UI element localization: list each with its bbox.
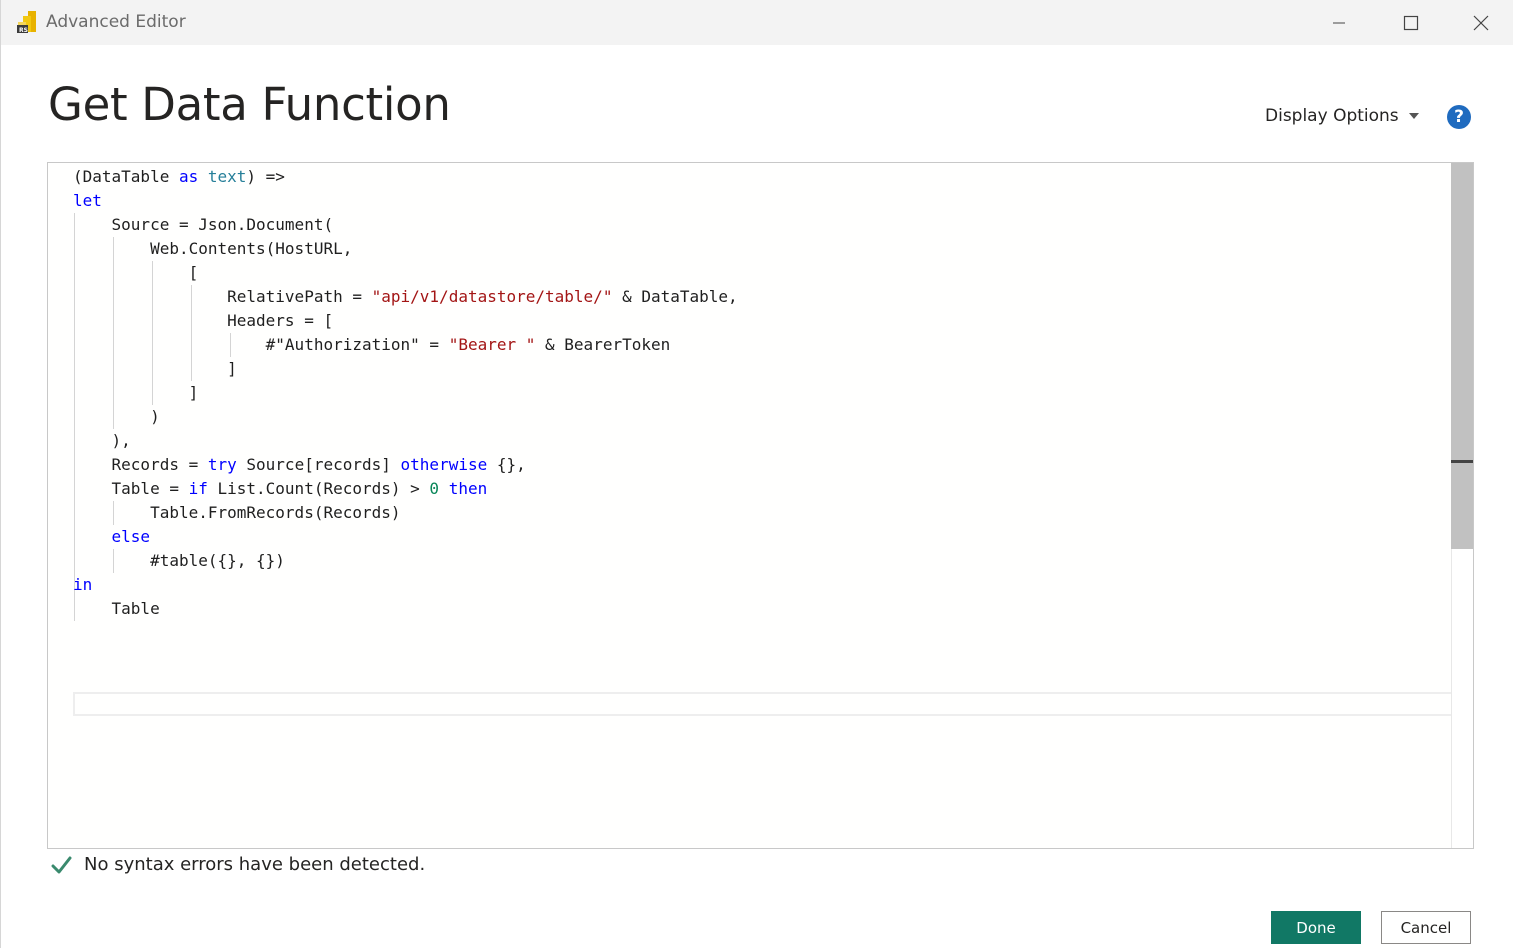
code-token: 0 bbox=[429, 479, 440, 498]
code-token: (DataTable bbox=[73, 167, 179, 186]
done-button[interactable]: Done bbox=[1271, 911, 1361, 944]
code-token: text bbox=[207, 167, 247, 186]
code-token: ) bbox=[73, 407, 160, 426]
code-token: Table.FromRecords(Records) bbox=[73, 503, 401, 522]
code-token: & DataTable, bbox=[612, 287, 738, 306]
code-line[interactable]: let bbox=[73, 189, 738, 213]
code-token: then bbox=[448, 479, 488, 498]
code-line[interactable]: ] bbox=[73, 381, 738, 405]
code-token: "api/v1/datastore/table/" bbox=[371, 287, 613, 306]
code-token: Records = bbox=[73, 455, 208, 474]
page-title: Get Data Function bbox=[48, 78, 451, 131]
code-token: #table({}, {}) bbox=[73, 551, 285, 570]
minimize-icon bbox=[1333, 22, 1345, 23]
scrollbar-position-marker bbox=[1451, 460, 1473, 463]
code-token: Table bbox=[73, 599, 160, 618]
code-line[interactable]: in bbox=[73, 573, 738, 597]
close-icon bbox=[1473, 15, 1489, 30]
code-token: #"Authorization" = bbox=[73, 335, 449, 354]
code-line[interactable]: Table bbox=[73, 597, 738, 621]
maximize-button[interactable] bbox=[1376, 0, 1446, 45]
code-token: RelativePath = bbox=[73, 287, 372, 306]
code-line[interactable]: Table = if List.Count(Records) > 0 then bbox=[73, 477, 738, 501]
code-line[interactable]: #table({}, {}) bbox=[73, 549, 738, 573]
current-line-highlight bbox=[73, 692, 1471, 716]
code-line[interactable]: [ bbox=[73, 261, 738, 285]
code-token: else bbox=[111, 527, 151, 546]
code-token: [ bbox=[73, 263, 199, 282]
code-line[interactable]: Web.Contents(HostURL, bbox=[73, 237, 738, 261]
code-line[interactable]: Headers = [ bbox=[73, 309, 738, 333]
svg-text:RS: RS bbox=[19, 27, 28, 34]
power-bi-icon: RS bbox=[17, 11, 36, 34]
code-token: List.Count(Records) > bbox=[207, 479, 430, 498]
code-line[interactable]: ) bbox=[73, 405, 738, 429]
cancel-button[interactable]: Cancel bbox=[1381, 911, 1471, 944]
code-token: & BearerToken bbox=[535, 335, 671, 354]
scrollbar-thumb[interactable] bbox=[1451, 163, 1473, 549]
help-icon[interactable]: ? bbox=[1447, 105, 1471, 129]
code-token: ) => bbox=[246, 167, 285, 186]
maximize-icon bbox=[1403, 15, 1419, 30]
code-token: otherwise bbox=[400, 455, 488, 474]
minimize-button[interactable] bbox=[1304, 0, 1374, 45]
code-token: {}, bbox=[487, 455, 526, 474]
code-token: if bbox=[188, 479, 208, 498]
code-token: try bbox=[207, 455, 237, 474]
window-title: Advanced Editor bbox=[46, 12, 186, 32]
code-line[interactable]: Source = Json.Document( bbox=[73, 213, 738, 237]
code-line[interactable]: ] bbox=[73, 357, 738, 381]
code-editor[interactable]: (DataTable as text) => let Source = Json.… bbox=[47, 162, 1474, 849]
code-token: as bbox=[178, 167, 199, 186]
code-line[interactable]: Table.FromRecords(Records) bbox=[73, 501, 738, 525]
code-token: in bbox=[73, 575, 93, 594]
code-token: ), bbox=[73, 431, 131, 450]
title-bar: RS Advanced Editor bbox=[1, 0, 1513, 45]
code-token: Table = bbox=[73, 479, 189, 498]
code-token: Web.Contents(HostURL, bbox=[73, 239, 353, 258]
code-content[interactable]: (DataTable as text) => let Source = Json.… bbox=[73, 165, 738, 621]
code-line[interactable]: RelativePath = "api/v1/datastore/table/"… bbox=[73, 285, 738, 309]
display-options-label: Display Options bbox=[1265, 106, 1399, 126]
code-token: Source[records] bbox=[236, 455, 401, 474]
code-line[interactable]: else bbox=[73, 525, 738, 549]
code-token: Headers = [ bbox=[73, 311, 334, 330]
close-button[interactable] bbox=[1446, 0, 1513, 45]
code-token: let bbox=[73, 191, 102, 210]
status-text: No syntax errors have been detected. bbox=[84, 854, 426, 875]
code-token: Source = Json.Document( bbox=[73, 215, 334, 234]
advanced-editor-window: RS Advanced Editor Get Data Function Dis… bbox=[0, 0, 1513, 948]
code-line[interactable]: ), bbox=[73, 429, 738, 453]
syntax-status: No syntax errors have been detected. bbox=[51, 854, 425, 875]
code-line[interactable]: #"Authorization" = "Bearer " & BearerTok… bbox=[73, 333, 738, 357]
caret-down-icon bbox=[1408, 113, 1419, 119]
checkmark-icon bbox=[51, 856, 72, 873]
code-line[interactable]: (DataTable as text) => bbox=[73, 165, 738, 189]
code-token: ] bbox=[73, 383, 199, 402]
code-line[interactable]: Records = try Source[records] otherwise … bbox=[73, 453, 738, 477]
display-options-dropdown[interactable]: Display Options bbox=[1265, 106, 1419, 126]
code-token: "Bearer " bbox=[448, 335, 536, 354]
code-token: ] bbox=[73, 359, 237, 378]
